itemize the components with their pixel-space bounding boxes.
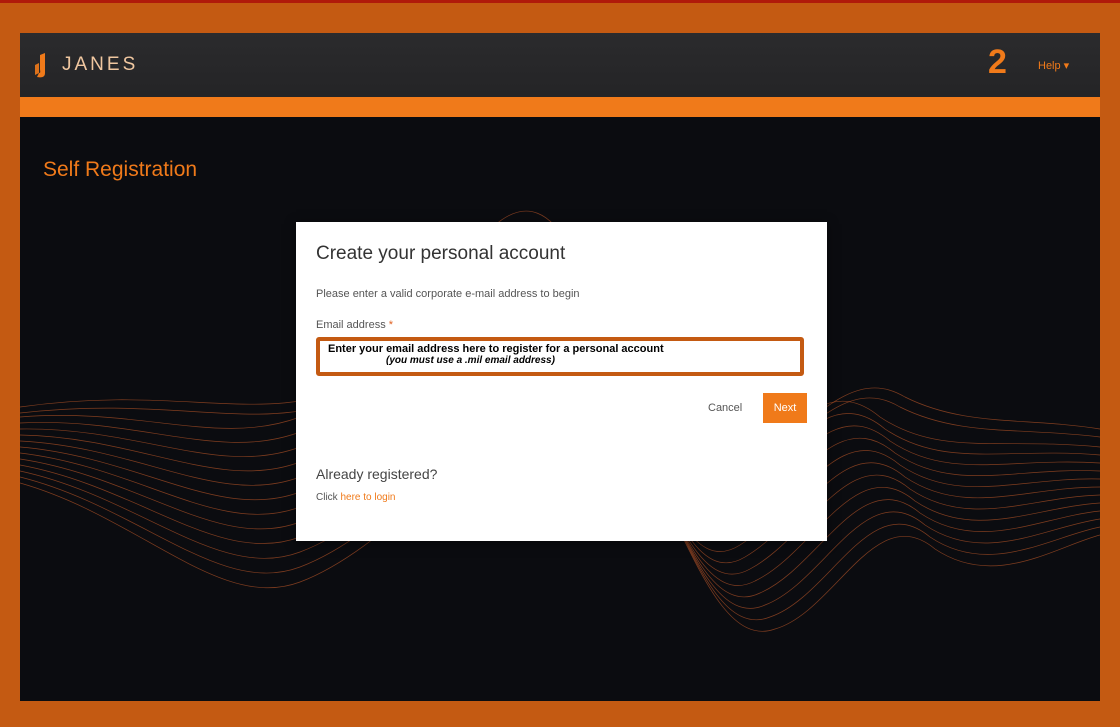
frame-top-line bbox=[0, 0, 1120, 3]
logo-text: JANES bbox=[62, 54, 139, 75]
email-label: Email address * bbox=[316, 319, 393, 331]
step-number-annotation: 2 bbox=[988, 43, 1007, 81]
help-menu[interactable]: Help ▾ bbox=[1038, 59, 1069, 72]
dialog-instructions: Please enter a valid corporate e-mail ad… bbox=[316, 288, 580, 300]
email-label-text: Email address bbox=[316, 319, 386, 331]
next-button[interactable]: Next bbox=[763, 393, 807, 423]
top-nav-bar: JANES 2 Help ▾ bbox=[20, 33, 1100, 97]
email-hint-line-2: (you must use a .mil email address) bbox=[386, 355, 555, 366]
login-prefix: Click bbox=[316, 492, 338, 503]
dialog-title: Create your personal account bbox=[316, 243, 566, 264]
janes-logo[interactable]: JANES bbox=[34, 51, 138, 79]
page-title: Self Registration bbox=[43, 158, 198, 181]
browser-screen: JANES 2 Help ▾ Self Registration Create … bbox=[20, 33, 1100, 701]
registration-dialog: Create your personal account Please ente… bbox=[296, 222, 827, 541]
already-registered-heading: Already registered? bbox=[316, 466, 438, 482]
login-link[interactable]: here to login bbox=[340, 492, 395, 503]
required-marker: * bbox=[388, 319, 394, 331]
cancel-button[interactable]: Cancel bbox=[704, 393, 746, 423]
email-field[interactable]: Enter your email address here to registe… bbox=[316, 337, 804, 376]
janes-logo-icon bbox=[35, 53, 45, 78]
email-hint-line-1: Enter your email address here to registe… bbox=[328, 343, 664, 355]
login-line: Click here to login bbox=[316, 492, 396, 503]
orange-accent-strip bbox=[20, 97, 1100, 117]
